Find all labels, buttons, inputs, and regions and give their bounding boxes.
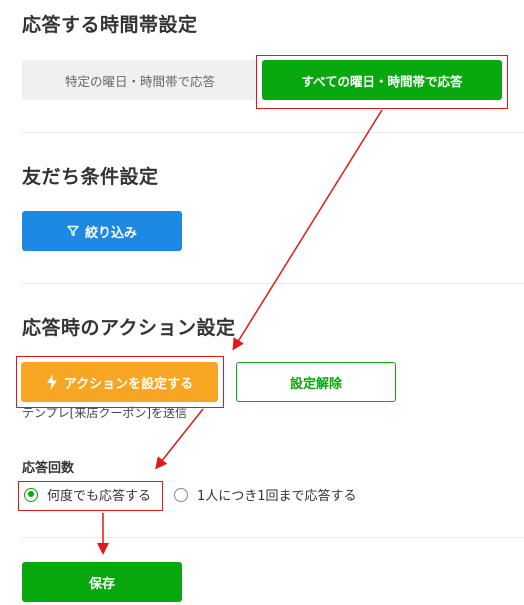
annotation-arrows [97, 109, 383, 555]
